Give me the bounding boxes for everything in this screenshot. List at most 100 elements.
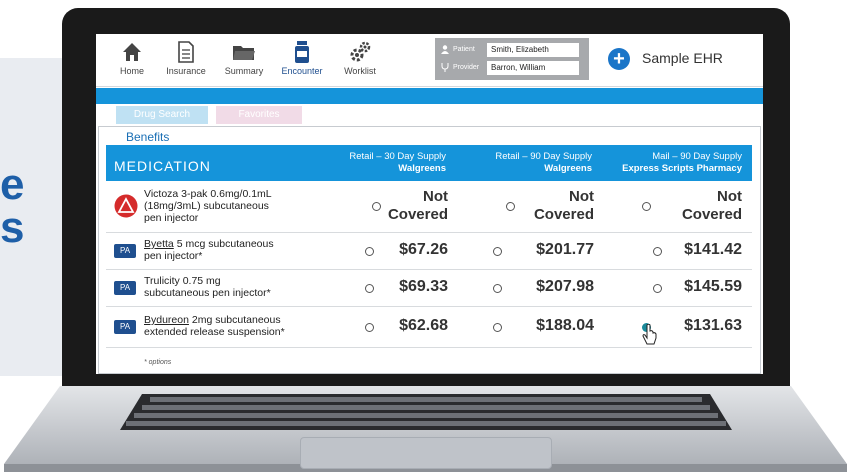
home-label: Home xyxy=(119,66,144,76)
pharmacy-radio[interactable] xyxy=(365,284,374,293)
prior-auth-badge: PA xyxy=(114,244,136,258)
provider-row: Provider Barron, William xyxy=(441,61,587,77)
price-cell: $131.63 xyxy=(598,317,742,357)
laptop-screen: Home Insurance Summary Encounter Worklis… xyxy=(96,34,763,374)
price-value: $145.59 xyxy=(684,278,742,295)
column-header-line2: Express Scripts Pharmacy xyxy=(622,163,742,174)
home-button[interactable]: Home xyxy=(104,38,160,82)
table-header: MEDICATION Retail – 30 Day Supply Walgre… xyxy=(106,145,752,181)
stethoscope-icon xyxy=(441,63,449,72)
drug-name-link[interactable]: Bydureon xyxy=(144,314,189,326)
pharmacy-radio[interactable] xyxy=(365,247,374,256)
pharmacy-radio[interactable] xyxy=(642,202,651,211)
drug-name-line: extended release suspension* xyxy=(144,326,285,338)
slide-side-letter: s xyxy=(0,203,25,252)
provider-label: Provider xyxy=(453,64,480,71)
drug-name-rest: 5 mcg subcutaneous xyxy=(173,238,274,250)
medication-header: MEDICATION xyxy=(114,158,211,174)
column-header-line1: Retail – 90 Day Supply xyxy=(495,151,592,162)
user-icon xyxy=(441,45,449,54)
summary-label: Summary xyxy=(224,66,264,76)
drug-name: Victoza 3-pak 0.6mg/0.1mL (18mg/3mL) sub… xyxy=(144,188,314,224)
price-value: $207.98 xyxy=(536,278,594,295)
table-row: Victoza 3-pak 0.6mg/0.1mL (18mg/3mL) sub… xyxy=(106,182,752,233)
cursor-icon xyxy=(642,324,657,345)
plus-circle-icon: + xyxy=(608,48,630,70)
pharmacy-radio[interactable] xyxy=(493,247,502,256)
section-title: Benefits xyxy=(126,130,170,144)
pharmacy-radio[interactable] xyxy=(653,284,662,293)
worklist-button[interactable]: Worklist xyxy=(332,38,388,82)
column-header-line1: Retail – 30 Day Supply xyxy=(349,151,446,162)
drug-name-link[interactable]: Byetta xyxy=(144,238,174,250)
insurance-button[interactable]: Insurance xyxy=(158,38,214,82)
ehr-toolbar: Home Insurance Summary Encounter Worklis… xyxy=(96,34,763,87)
column-header-line2: Walgreens xyxy=(544,163,592,174)
price-cell: Not Covered xyxy=(452,188,594,228)
drug-name: Trulicity 0.75 mg subcutaneous pen injec… xyxy=(144,275,314,299)
patient-label: Patient xyxy=(453,46,475,53)
warning-icon xyxy=(114,194,138,218)
price-cell: $62.68 xyxy=(306,317,448,357)
summary-button[interactable]: Summary xyxy=(216,38,272,82)
gears-icon xyxy=(350,41,371,62)
price-cell: Not Covered xyxy=(598,188,742,228)
tab-favorites[interactable]: Favorites xyxy=(216,106,302,124)
pharmacy-radio[interactable] xyxy=(653,247,662,256)
table-row: PA Byetta 5 mcg subcutaneous pen injecto… xyxy=(106,233,752,270)
price-value: $188.04 xyxy=(536,317,594,334)
accent-bar xyxy=(96,88,763,104)
home-icon xyxy=(123,43,141,61)
drug-name-line: subcutaneous pen injector* xyxy=(144,287,271,299)
insurance-label: Insurance xyxy=(166,66,206,76)
slide-side-letter: e xyxy=(0,160,25,209)
price-value: $62.68 xyxy=(399,317,448,334)
laptop-touchpad[interactable] xyxy=(300,437,552,469)
drug-name-rest: 2mg subcutaneous xyxy=(188,314,281,326)
prior-auth-badge: PA xyxy=(114,320,136,334)
table-row: PA Trulicity 0.75 mg subcutaneous pen in… xyxy=(106,270,752,307)
medication-bottle-icon xyxy=(295,41,309,63)
encounter-button[interactable]: Encounter xyxy=(274,38,330,82)
tab-drug-search[interactable]: Drug Search xyxy=(116,106,208,124)
pharmacy-radio[interactable] xyxy=(493,323,502,332)
column-header-line2: Walgreens xyxy=(398,163,446,174)
column-header: Retail – 90 Day Supply Walgreens xyxy=(452,151,592,175)
column-header: Retail – 30 Day Supply Walgreens xyxy=(306,151,446,175)
footnote: * options xyxy=(144,359,172,366)
provider-field[interactable]: Barron, William xyxy=(487,61,579,75)
price-cell: $188.04 xyxy=(452,317,594,357)
price-cell: Not Covered xyxy=(306,188,448,228)
not-covered-line: Covered xyxy=(387,206,448,223)
pharmacy-radio[interactable] xyxy=(372,202,381,211)
pharmacy-radio[interactable] xyxy=(506,202,515,211)
drug-name: Byetta 5 mcg subcutaneous pen injector* xyxy=(144,238,314,262)
drug-name-line: pen injector* xyxy=(144,250,203,262)
not-covered-line: Not xyxy=(423,188,448,205)
drug-name-line: (18mg/3mL) subcutaneous xyxy=(144,200,269,212)
not-covered-line: Not xyxy=(569,188,594,205)
prior-auth-badge: PA xyxy=(114,281,136,295)
folder-icon xyxy=(233,46,255,60)
not-covered-label: Not Covered xyxy=(682,188,742,224)
drug-name: Bydureon 2mg subcutaneous extended relea… xyxy=(144,314,314,338)
patient-field[interactable]: Smith, Elizabeth xyxy=(487,43,579,57)
laptop-keyboard xyxy=(120,394,732,430)
drug-name-line: pen injector xyxy=(144,212,199,224)
not-covered-line: Covered xyxy=(533,206,594,223)
worklist-label: Worklist xyxy=(344,66,376,76)
pharmacy-radio[interactable] xyxy=(365,323,374,332)
patient-provider-panel: Patient Smith, Elizabeth Provider Barron… xyxy=(435,38,589,80)
encounter-label: Encounter xyxy=(281,66,323,76)
pharmacy-radio[interactable] xyxy=(493,284,502,293)
price-value: $69.33 xyxy=(399,278,448,295)
not-covered-label: Not Covered xyxy=(534,188,594,224)
patient-row: Patient Smith, Elizabeth xyxy=(441,43,587,59)
drug-name-line: Trulicity 0.75 mg xyxy=(144,275,221,287)
price-value: $131.63 xyxy=(684,317,742,334)
not-covered-line: Covered xyxy=(681,206,742,223)
not-covered-label: Not Covered xyxy=(388,188,448,224)
brand-name: Sample EHR xyxy=(642,50,723,66)
drug-name-line: Victoza 3-pak 0.6mg/0.1mL xyxy=(144,188,272,200)
column-header-line1: Mail – 90 Day Supply xyxy=(652,151,742,162)
